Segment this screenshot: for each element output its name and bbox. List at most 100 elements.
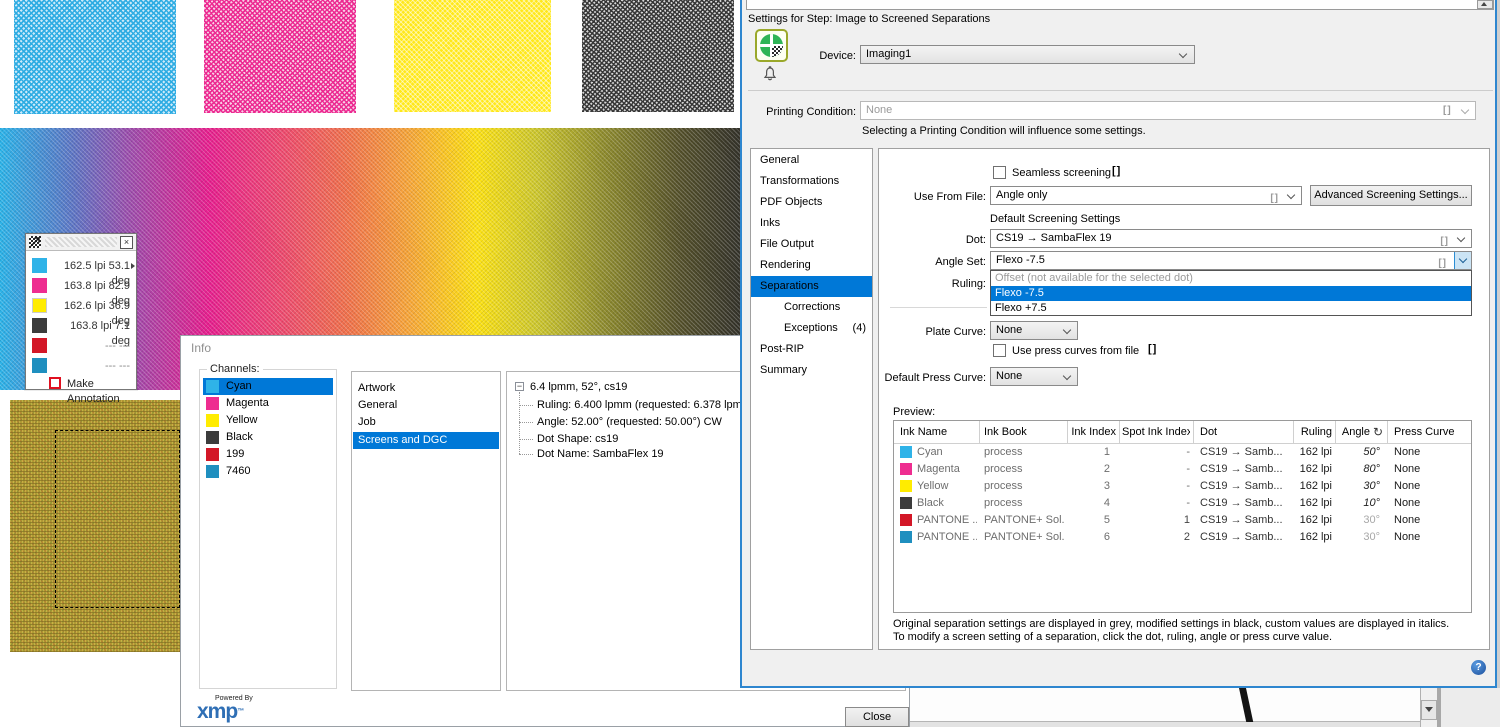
ink-book-cell: process [984, 478, 1064, 495]
nav-item-general[interactable]: General [751, 150, 872, 171]
tree-item-angle[interactable]: Angle: 52.00° (requested: 50.00°) CW [537, 415, 722, 430]
printing-condition-select[interactable]: None [860, 101, 1476, 120]
channel-item-black[interactable]: Black [203, 429, 333, 446]
ruling-cell[interactable]: 162 lpi [1294, 478, 1332, 495]
make-annotation-checkbox[interactable] [49, 377, 61, 389]
dropdown-option-flexo-plus[interactable]: Flexo +7.5 [991, 301, 1471, 316]
dot-cell[interactable]: CS19 → Samb... [1200, 495, 1290, 512]
table-footnote-2: To modify a screen setting of a separati… [893, 630, 1332, 645]
tree-collapse-icon[interactable]: − [515, 382, 524, 391]
seamless-screening-checkbox[interactable] [993, 166, 1006, 179]
dot-cell[interactable]: CS19 → Samb... [1200, 444, 1290, 461]
dot-cell[interactable]: CS19 → Samb... [1200, 512, 1290, 529]
page-item-job[interactable]: Job [358, 415, 376, 432]
col-header-ink-book[interactable]: Ink Book [984, 424, 1062, 441]
table-row[interactable]: Cyan process 1 - CS19 → Samb... 162 lpi … [894, 444, 1471, 461]
tree-item-dot-name[interactable]: Dot Name: SambaFlex 19 [537, 447, 664, 462]
device-select[interactable]: Imaging1 [860, 45, 1195, 64]
smartname-icon: [] [1270, 190, 1279, 205]
table-row[interactable]: PANTONE ... PANTONE+ Sol... 6 2 CS19 → S… [894, 529, 1471, 546]
scroll-down-button[interactable] [1421, 700, 1437, 720]
col-header-press-curve[interactable]: Press Curve [1394, 424, 1469, 441]
table-row[interactable]: Yellow process 3 - CS19 → Samb... 162 lp… [894, 478, 1471, 495]
smartname-icon[interactable]: [] [1112, 165, 1121, 177]
page-item-artwork[interactable]: Artwork [358, 381, 395, 398]
angle-set-dropdown-button[interactable] [1454, 252, 1471, 269]
nav-item-separations[interactable]: Separations [751, 276, 872, 297]
dropdown-option-offset[interactable]: Offset (not available for the selected d… [991, 271, 1471, 286]
dot-cell[interactable]: CS19 → Samb... [1200, 529, 1290, 546]
channel-item-199[interactable]: 199 [203, 446, 333, 463]
close-icon[interactable]: × [120, 236, 133, 249]
help-icon[interactable]: ? [1471, 660, 1486, 675]
press-curves-from-file-checkbox[interactable] [993, 344, 1006, 357]
ruling-cell[interactable]: 162 lpi [1294, 512, 1332, 529]
angle-set-select[interactable]: Flexo -7.5 [] [990, 251, 1472, 270]
press-curve-cell[interactable]: None [1394, 512, 1464, 529]
angle-cell[interactable]: 10° [1336, 495, 1380, 512]
table-row[interactable]: Black process 4 - CS19 → Samb... 162 lpi… [894, 495, 1471, 512]
angle-refresh-icon[interactable]: ↻ [1373, 424, 1385, 441]
table-row[interactable]: Magenta process 2 - CS19 → Samb... 162 l… [894, 461, 1471, 478]
advanced-screening-settings-button[interactable]: Advanced Screening Settings... [1310, 185, 1472, 206]
nav-item-summary[interactable]: Summary [751, 360, 872, 381]
close-button[interactable]: Close [845, 707, 909, 727]
page-item-screens-and-dgc[interactable]: Screens and DGC [353, 432, 499, 449]
nav-label: Corrections [784, 301, 840, 313]
page-item-general[interactable]: General [358, 398, 397, 415]
col-header-ink-index[interactable]: Ink Index [1070, 424, 1116, 441]
nav-item-file-output[interactable]: File Output [751, 234, 872, 255]
ink-index-cell: 2 [1070, 461, 1110, 478]
angle-cell[interactable]: 30° [1336, 529, 1380, 546]
nav-item-rendering[interactable]: Rendering [751, 255, 872, 276]
nav-item-pdf-objects[interactable]: PDF Objects [751, 192, 872, 213]
smartname-icon[interactable]: [] [1443, 105, 1452, 116]
smartname-icon[interactable]: [] [1148, 343, 1157, 355]
ruling-cell[interactable]: 162 lpi [1294, 444, 1332, 461]
tree-root-label[interactable]: 6.4 lpmm, 52°, cs19 [530, 380, 627, 395]
press-curve-cell[interactable]: None [1394, 461, 1464, 478]
ruling-cell[interactable]: 162 lpi [1294, 495, 1332, 512]
channel-item-cyan[interactable]: Cyan [203, 378, 333, 395]
channel-item-magenta[interactable]: Magenta [203, 395, 333, 412]
bell-icon[interactable] [762, 66, 778, 88]
tree-item-dot-shape[interactable]: Dot Shape: cs19 [537, 432, 618, 447]
dropdown-option-flexo-minus[interactable]: Flexo -7.5 [991, 286, 1471, 301]
press-curve-cell[interactable]: None [1394, 478, 1464, 495]
measure-panel-titlebar[interactable]: × [26, 234, 136, 251]
press-curve-cell[interactable]: None [1394, 529, 1464, 546]
col-header-ruling[interactable]: Ruling [1294, 424, 1332, 441]
channel-item-7460[interactable]: 7460 [203, 463, 333, 480]
angle-cell[interactable]: 30° [1336, 478, 1380, 495]
scroll-up-button[interactable] [1477, 0, 1493, 9]
fragment-side-panel [1441, 688, 1500, 727]
angle-cell[interactable]: 80° [1336, 461, 1380, 478]
tree-item-ruling[interactable]: Ruling: 6.400 lpmm (requested: 6.378 lpm… [537, 398, 755, 413]
nav-item-corrections[interactable]: Corrections [751, 297, 872, 318]
angle-cell[interactable]: 30° [1336, 512, 1380, 529]
ruling-cell[interactable]: 162 lpi [1294, 461, 1332, 478]
measure-row: --- --- [26, 357, 136, 377]
press-curve-cell[interactable]: None [1394, 444, 1464, 461]
col-header-spot-ink-index[interactable]: Spot Ink Index [1122, 424, 1190, 441]
table-row[interactable]: PANTONE ... PANTONE+ Sol... 5 1 CS19 → S… [894, 512, 1471, 529]
nav-item-exceptions[interactable]: Exceptions(4) [751, 318, 872, 339]
col-header-angle[interactable]: Angle [1336, 424, 1370, 441]
channel-item-yellow[interactable]: Yellow [203, 412, 333, 429]
nav-item-transformations[interactable]: Transformations [751, 171, 872, 192]
default-press-curve-select[interactable]: None [990, 367, 1078, 386]
dot-cell[interactable]: CS19 → Samb... [1200, 478, 1290, 495]
nav-item-inks[interactable]: Inks [751, 213, 872, 234]
dot-select[interactable]: CS19 → SambaFlex 19 [] [990, 229, 1472, 248]
ruling-cell[interactable]: 162 lpi [1294, 529, 1332, 546]
nav-item-post-rip[interactable]: Post-RIP [751, 339, 872, 360]
angle-cell[interactable]: 50° [1336, 444, 1380, 461]
tree-connector [519, 392, 520, 454]
dot-cell[interactable]: CS19 → Samb... [1200, 461, 1290, 478]
plate-curve-select[interactable]: None [990, 321, 1078, 340]
press-curve-cell[interactable]: None [1394, 495, 1464, 512]
panel-drag-area[interactable] [45, 237, 117, 247]
col-header-ink-name[interactable]: Ink Name [900, 424, 975, 441]
use-from-file-select[interactable]: Angle only [] [990, 186, 1302, 205]
col-header-dot[interactable]: Dot [1200, 424, 1288, 441]
